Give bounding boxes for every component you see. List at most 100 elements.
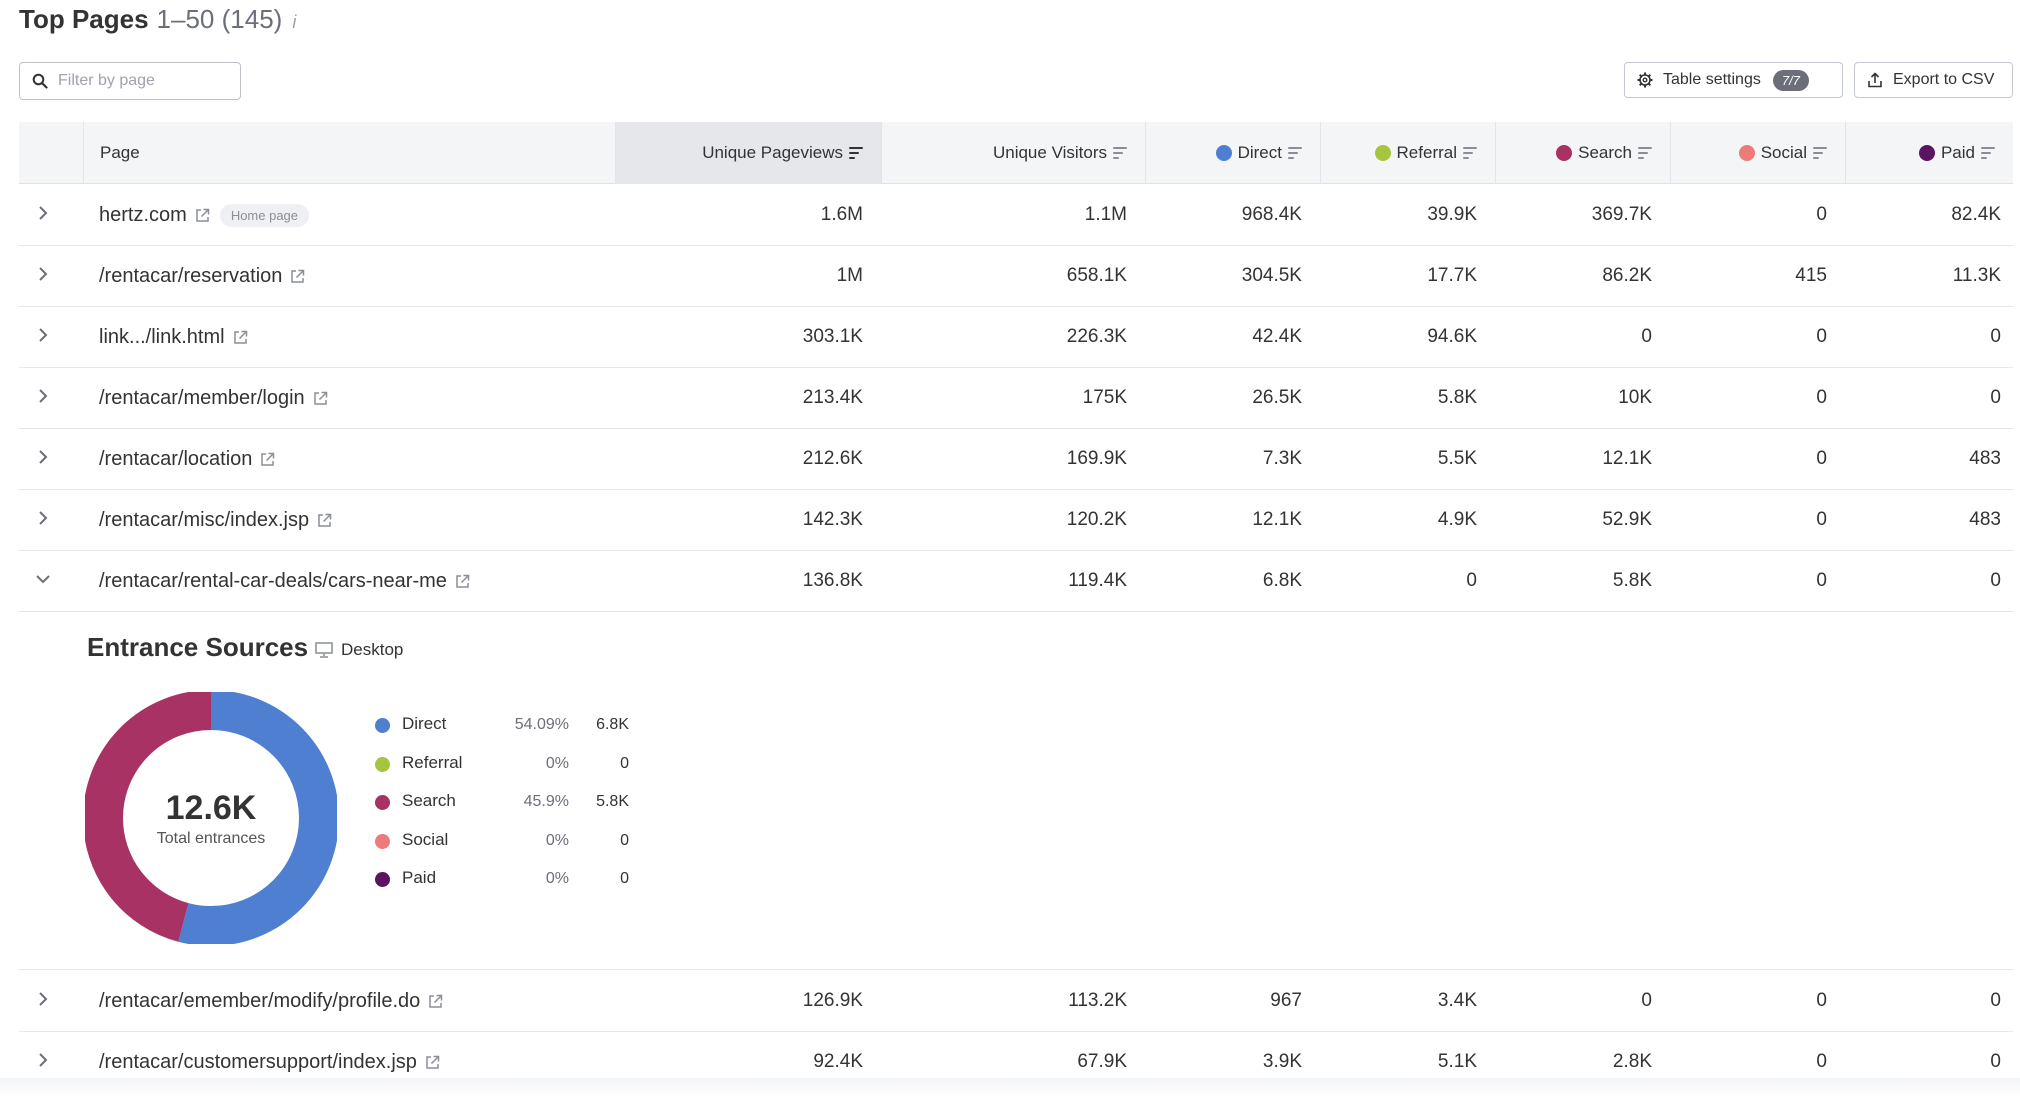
direct-cell: 26.5K: [1252, 387, 1302, 408]
search-cell: 12.1K: [1602, 448, 1652, 469]
visitors-cell: 169.9K: [1066, 448, 1127, 469]
external-link-icon[interactable]: [313, 391, 328, 406]
page-link[interactable]: /rentacar/misc/index.jsp: [99, 509, 309, 532]
pageviews-cell: 136.8K: [802, 570, 863, 591]
external-link-icon[interactable]: [233, 330, 248, 345]
chevron-right-icon[interactable]: [33, 508, 53, 528]
page-link[interactable]: /rentacar/location: [99, 448, 252, 471]
referral-cell: 17.7K: [1427, 265, 1477, 286]
external-link-icon[interactable]: [260, 452, 275, 467]
page-link[interactable]: /rentacar/customersupport/index.jsp: [99, 1051, 417, 1074]
table-row: /rentacar/reservation 1M 658.1K 304.5K 1…: [19, 246, 2013, 307]
sort-icon: [1813, 147, 1827, 159]
legend-item-search[interactable]: Search 45.9% 5.8K: [369, 789, 629, 828]
search-cell: 10K: [1618, 387, 1652, 408]
social-cell: 0: [1816, 204, 1827, 225]
paid-cell: 483: [1969, 448, 2001, 469]
total-entrances-label: Total entrances: [156, 829, 266, 847]
chevron-right-icon[interactable]: [33, 989, 53, 1009]
chevron-right-icon[interactable]: [33, 264, 53, 284]
column-header-direct[interactable]: Direct: [1145, 122, 1320, 184]
page-link[interactable]: /rentacar/reservation: [99, 265, 282, 288]
info-icon[interactable]: i: [292, 12, 296, 33]
social-cell: 415: [1795, 265, 1827, 286]
entrance-sources-panel: Entrance Sources Desktop 12.6K Total ent…: [19, 612, 2013, 970]
column-header-label: Paid: [1940, 143, 1975, 162]
entrance-sources-title: Entrance Sources: [87, 632, 309, 662]
legend-percent: 54.09%: [514, 716, 569, 733]
table-row-expanded: /rentacar/rental-car-deals/cars-near-me …: [19, 551, 2013, 612]
filter-box[interactable]: [19, 62, 241, 100]
referral-cell: 94.6K: [1427, 326, 1477, 347]
column-header-search[interactable]: Search: [1495, 122, 1670, 184]
search-dot-icon: [375, 795, 390, 810]
referral-cell: 4.9K: [1437, 509, 1477, 530]
legend-item-direct[interactable]: Direct 54.09% 6.8K: [369, 712, 629, 751]
sort-icon: [1113, 147, 1127, 159]
sort-icon: [1463, 147, 1477, 159]
referral-cell: 39.9K: [1427, 204, 1477, 225]
column-header-pageviews[interactable]: Unique Pageviews: [615, 122, 881, 184]
export-csv-button[interactable]: Export to CSV: [1854, 62, 2013, 98]
column-header-page[interactable]: Page: [83, 122, 615, 184]
legend-item-referral[interactable]: Referral 0% 0: [369, 751, 629, 790]
search-cell: 369.7K: [1591, 204, 1652, 225]
desktop-icon: [315, 642, 333, 658]
search-cell: 0: [1641, 326, 1652, 347]
chevron-right-icon[interactable]: [33, 1050, 53, 1070]
page-link[interactable]: /rentacar/rental-car-deals/cars-near-me: [99, 570, 447, 593]
legend-item-social[interactable]: Social 0% 0: [369, 828, 629, 867]
chevron-right-icon[interactable]: [33, 386, 53, 406]
total-entrances-value: 12.6K: [165, 788, 257, 827]
external-link-icon[interactable]: [290, 269, 305, 284]
search-cell: 86.2K: [1602, 265, 1652, 286]
filter-input[interactable]: [58, 72, 228, 90]
table-settings-button[interactable]: Table settings 7/7: [1624, 62, 1843, 98]
device-label: Desktop: [315, 640, 403, 660]
column-header-paid[interactable]: Paid: [1845, 122, 2013, 184]
device-name: Desktop: [341, 640, 404, 659]
page-cell: /rentacar/emember/modify/profile.do: [99, 971, 443, 1031]
social-dot-icon: [375, 833, 390, 849]
page-link[interactable]: /rentacar/emember/modify/profile.do: [99, 990, 420, 1013]
column-header-social[interactable]: Social: [1670, 122, 1845, 184]
chevron-down-icon[interactable]: [33, 569, 53, 589]
legend-percent: 0%: [545, 870, 569, 887]
column-header-referral[interactable]: Referral: [1320, 122, 1495, 184]
external-link-icon[interactable]: [195, 208, 210, 223]
page-link[interactable]: link.../link.html: [99, 326, 225, 349]
page-title: Top Pages: [19, 4, 149, 34]
column-header-label: Page: [100, 143, 140, 162]
visitors-cell: 113.2K: [1068, 990, 1127, 1011]
legend-value: 0: [620, 754, 629, 772]
paid-dot-icon: [1918, 145, 1935, 161]
referral-dot-icon: [1374, 145, 1391, 161]
paid-cell: 483: [1969, 509, 2001, 530]
legend-item-paid[interactable]: Paid 0% 0: [369, 866, 629, 905]
page-link[interactable]: /rentacar/member/login: [99, 387, 305, 410]
sort-icon: [1288, 147, 1302, 159]
page-cell: hertz.com Home page: [99, 185, 310, 245]
column-header-visitors[interactable]: Unique Visitors: [881, 122, 1145, 184]
legend-percent: 0%: [545, 754, 569, 772]
export-csv-label: Export to CSV: [1893, 71, 1995, 88]
search-cell: 52.9K: [1602, 509, 1652, 530]
paid-cell: 82.4K: [1951, 204, 2001, 225]
pageviews-cell: 126.9K: [802, 990, 863, 1011]
table-row: hertz.com Home page 1.6M 1.1M 968.4K 39.…: [19, 185, 2013, 246]
external-link-icon[interactable]: [317, 513, 332, 528]
page-link[interactable]: hertz.com: [99, 204, 187, 227]
visitors-cell: 120.2K: [1066, 509, 1127, 530]
table-row: link.../link.html 303.1K 226.3K 42.4K 94…: [19, 307, 2013, 368]
referral-cell: 5.5K: [1437, 448, 1477, 469]
direct-cell: 42.4K: [1252, 326, 1302, 347]
external-link-icon[interactable]: [425, 1055, 440, 1070]
external-link-icon[interactable]: [455, 574, 470, 589]
chevron-right-icon[interactable]: [33, 325, 53, 345]
paid-cell: 0: [1990, 387, 2001, 408]
social-cell: 0: [1816, 990, 1827, 1011]
chevron-right-icon[interactable]: [33, 447, 53, 467]
chevron-right-icon[interactable]: [33, 203, 53, 223]
legend-percent: 0%: [545, 831, 569, 849]
external-link-icon[interactable]: [428, 994, 443, 1009]
